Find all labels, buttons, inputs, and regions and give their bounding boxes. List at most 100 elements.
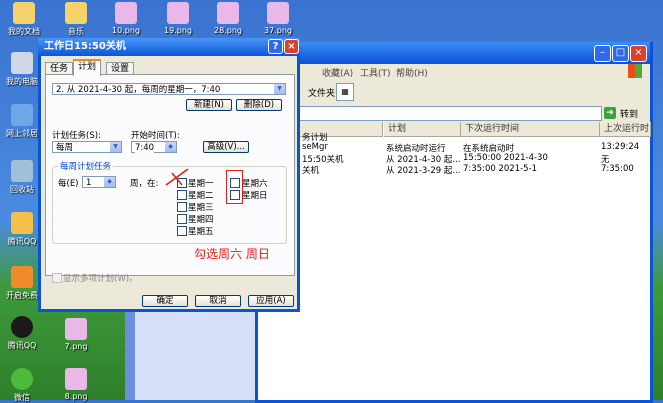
day-label: 星期六	[242, 179, 268, 189]
row-next: 15:50:00 2021-4-30	[463, 153, 548, 163]
checkbox-tuesday[interactable]	[177, 190, 187, 200]
group-title: 每周计划任务	[58, 160, 114, 172]
desktop-icon-png[interactable]: 37.png	[256, 2, 300, 35]
day-label: 星期三	[188, 203, 214, 213]
desktop-icon-music-folder[interactable]: 音乐	[54, 2, 98, 37]
desktop-icon-label: 音乐	[68, 27, 84, 36]
folder-icon	[13, 2, 35, 24]
schedule-select[interactable]: 2. 从 2021-4-30 起，每周的星期一，7:40	[52, 83, 286, 95]
time-spinner-icon[interactable]: ◆	[165, 142, 176, 152]
advanced-button[interactable]: 高级(V)...	[203, 141, 249, 153]
row-next: 7:35:00 2021-5-1	[463, 164, 538, 174]
plan-task-label: 计划任务(S):	[52, 131, 101, 141]
desktop-icon-label: 网上邻居	[6, 129, 38, 138]
desktop-icon-png[interactable]: 10.png	[104, 2, 148, 35]
checkbox-show-multiple[interactable]	[52, 273, 62, 283]
menu-tools[interactable]: 工具(T)	[360, 66, 391, 79]
menu-help[interactable]: 帮助(H)	[396, 66, 428, 79]
desktop-icon-label: 10.png	[112, 26, 140, 35]
desktop-icon-label: 我的文档	[8, 27, 40, 36]
cancel-button[interactable]: 取消	[195, 295, 241, 307]
column-header-last-run[interactable]: 上次运行时	[600, 122, 651, 137]
image-file-icon	[65, 318, 87, 340]
folder-icon	[65, 2, 87, 24]
scheduled-tasks-window: – □ × 收藏(A) 工具(T) 帮助(H) 文件夹 ▦ ➜ 转到 计划 下次…	[255, 42, 653, 403]
checkbox-friday[interactable]	[177, 226, 187, 236]
menu-bar: 收藏(A) 工具(T) 帮助(H)	[258, 64, 650, 80]
desktop-icon-qq[interactable]: 腾讯QQ	[0, 316, 44, 351]
maximize-button[interactable]: □	[612, 45, 629, 62]
row-last: 13:29:24	[601, 142, 640, 152]
row-name[interactable]: 关机	[302, 164, 319, 176]
chevron-down-icon[interactable]: ▼	[110, 142, 121, 152]
delete-button[interactable]: 删除(D)	[236, 99, 282, 111]
image-file-icon	[167, 2, 189, 24]
desktop-icon-label: 微信	[14, 393, 30, 402]
image-file-icon	[65, 368, 87, 390]
window-titlebar: – □ ×	[258, 42, 650, 64]
chevron-down-icon[interactable]: ▼	[274, 84, 285, 94]
desktop-icon-label: 7.png	[64, 342, 88, 351]
desktop-icon-label: 回收站	[10, 185, 34, 194]
app-icon	[11, 212, 33, 234]
toolbar: 文件夹 ▦	[258, 80, 650, 105]
address-input[interactable]	[260, 106, 602, 121]
desktop-icon-png[interactable]: 7.png	[54, 318, 98, 351]
spinner-icon[interactable]: ◆	[104, 177, 115, 187]
desktop-icon-label: 19.png	[164, 26, 192, 35]
desktop-icon-png[interactable]: 28.png	[206, 2, 250, 35]
menu-favorites[interactable]: 收藏(A)	[322, 66, 353, 79]
qq-icon	[11, 316, 33, 338]
go-arrow-icon[interactable]: ➜	[604, 107, 616, 119]
day-label: 星期五	[188, 227, 214, 237]
minimize-button[interactable]: –	[594, 45, 611, 62]
week-on-label: 周，在:	[130, 179, 159, 189]
day-label: 星期一	[188, 179, 214, 189]
address-bar: ➜ 转到	[258, 104, 650, 122]
dialog-close-button[interactable]: ×	[284, 39, 299, 54]
desktop-icon-label: 28.png	[214, 26, 242, 35]
ok-button[interactable]: 确定	[142, 295, 188, 307]
apply-button[interactable]: 应用(A)	[248, 295, 294, 307]
new-button[interactable]: 新建(N)	[186, 99, 232, 111]
computer-icon	[11, 52, 33, 74]
row-name[interactable]: seMgr	[302, 142, 328, 152]
annotation-text: 勾选周六 周日	[194, 247, 270, 261]
desktop-icon-label: 腾讯QQ	[7, 341, 37, 350]
desktop-icon-label: 腾讯QQ	[7, 237, 37, 246]
column-header-plan[interactable]: 计划	[384, 122, 461, 137]
checkbox-sunday[interactable]	[230, 190, 240, 200]
desktop-icon-wechat[interactable]: 微信	[0, 368, 44, 403]
image-file-icon	[115, 2, 137, 24]
checkbox-thursday[interactable]	[177, 214, 187, 224]
desktop-icon-png[interactable]: 8.png	[54, 368, 98, 401]
day-label: 星期四	[188, 215, 214, 225]
every-label: 每(E)	[58, 179, 79, 189]
column-header-next-run[interactable]: 下次运行时间	[461, 122, 600, 137]
go-label[interactable]: 转到	[620, 107, 638, 120]
desktop-icon-png[interactable]: 19.png	[156, 2, 200, 35]
recycle-bin-icon	[11, 160, 33, 182]
desktop-icon-label: 开启免费	[6, 291, 38, 300]
wifi-icon	[11, 266, 33, 288]
image-file-icon	[267, 2, 289, 24]
desktop-icon-my-documents[interactable]: 我的文档	[2, 2, 46, 37]
day-label: 星期二	[188, 191, 214, 201]
red-cross-mark-icon	[165, 168, 189, 186]
views-icon[interactable]: ▦	[336, 83, 354, 101]
show-multiple-label: 显示多项计划(W)。	[63, 274, 138, 284]
wechat-icon	[11, 368, 33, 390]
task-pane-content	[135, 312, 260, 400]
day-label: 星期日	[242, 191, 268, 201]
image-file-icon	[217, 2, 239, 24]
checkbox-saturday[interactable]	[230, 178, 240, 188]
checkbox-wednesday[interactable]	[177, 202, 187, 212]
desktop-icon-label: 37.png	[264, 26, 292, 35]
dialog-titlebar: 工作日15:50关机 ? ×	[38, 38, 300, 56]
close-button[interactable]: ×	[630, 45, 647, 62]
row-last: 7:35:00	[601, 164, 634, 174]
start-time-label: 开始时间(T):	[131, 131, 180, 141]
tab-schedule[interactable]: 计划	[73, 59, 102, 76]
help-button[interactable]: ?	[268, 39, 283, 54]
folders-button[interactable]: 文件夹	[308, 86, 335, 99]
